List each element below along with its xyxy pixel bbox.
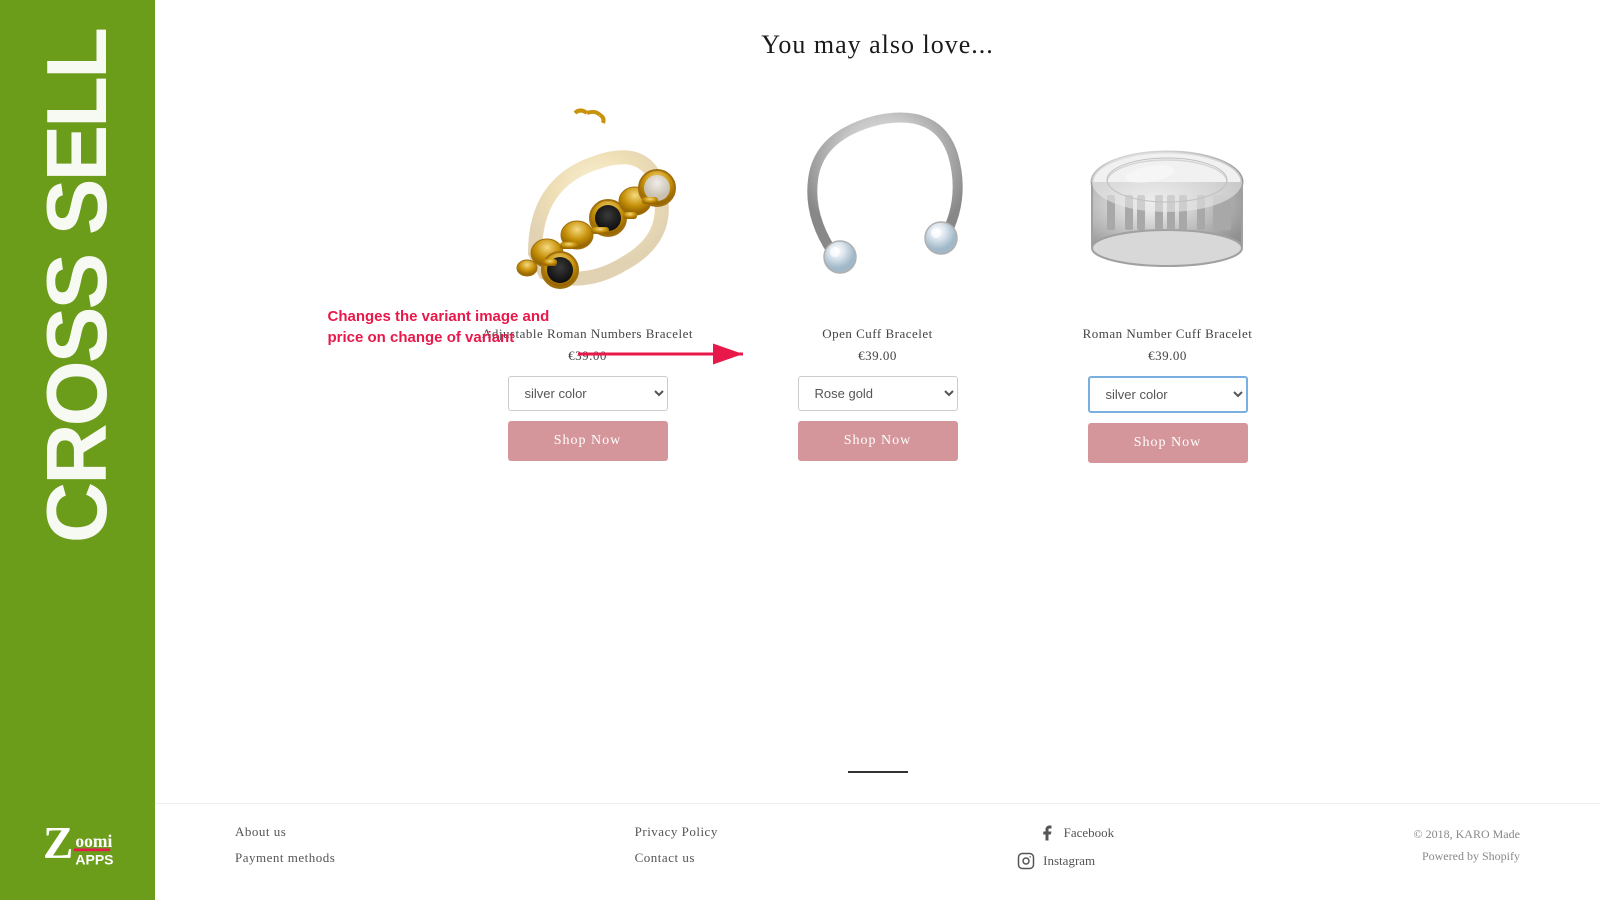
footer-copyright: © 2018, KARO Made Powered by Shopify bbox=[1414, 824, 1520, 867]
facebook-label: Facebook bbox=[1064, 825, 1115, 841]
facebook-icon:  bbox=[1017, 824, 1029, 842]
instagram-svg-icon bbox=[1017, 852, 1035, 870]
product-variant-select-1[interactable]: silver color gold color rose gold bbox=[508, 376, 668, 411]
gold-chain-bracelet-image bbox=[495, 103, 680, 298]
svg-text:Z: Z bbox=[43, 817, 73, 868]
product-variant-select-2[interactable]: Rose gold Silver Gold bbox=[798, 376, 958, 411]
copyright-text: © 2018, KARO Made bbox=[1414, 824, 1520, 846]
svg-text:APPS: APPS bbox=[75, 851, 113, 867]
shop-now-button-2[interactable]: Shop Now bbox=[798, 421, 958, 461]
product-card-1: Changes the variant image and price on c… bbox=[468, 90, 708, 461]
footer-facebook-link[interactable]:  Facebook bbox=[1017, 824, 1114, 842]
section-divider bbox=[848, 771, 908, 773]
product-name-2: Open Cuff Bracelet bbox=[822, 326, 933, 342]
product-image-1 bbox=[488, 90, 688, 310]
silver-cuff-bracelet-image bbox=[788, 100, 968, 300]
zoomt-logo-icon: Z oomi APPS bbox=[38, 810, 118, 880]
product-variant-select-3[interactable]: silver color gold color rose gold bbox=[1088, 376, 1248, 413]
annotation-arrow bbox=[568, 334, 768, 374]
product-price-2: €39.00 bbox=[858, 348, 897, 364]
facebook-svg-icon bbox=[1038, 824, 1056, 842]
footer-link-privacy[interactable]: Privacy Policy bbox=[635, 824, 718, 840]
product-card-2: Open Cuff Bracelet €39.00 Rose gold Silv… bbox=[758, 90, 998, 461]
page-section-title: You may also love... bbox=[155, 0, 1600, 80]
footer-link-contact[interactable]: Contact us bbox=[635, 850, 718, 866]
footer-link-payment[interactable]: Payment methods bbox=[235, 850, 335, 866]
product-card-3: Roman Number Cuff Bracelet €39.00 silver… bbox=[1048, 90, 1288, 463]
product-image-3 bbox=[1068, 90, 1268, 310]
svg-text:oomi: oomi bbox=[75, 831, 112, 851]
roman-cuff-bracelet-image bbox=[1075, 100, 1260, 300]
footer-col-1: About us Payment methods bbox=[235, 824, 335, 866]
products-section: Changes the variant image and price on c… bbox=[155, 80, 1600, 771]
product-name-3: Roman Number Cuff Bracelet bbox=[1083, 326, 1253, 342]
main-content: You may also love... bbox=[155, 0, 1600, 900]
shop-now-button-1[interactable]: Shop Now bbox=[508, 421, 668, 461]
shop-now-button-3[interactable]: Shop Now bbox=[1088, 423, 1248, 463]
footer-instagram-link[interactable]: Instagram bbox=[1017, 852, 1114, 870]
footer: About us Payment methods Privacy Policy … bbox=[155, 803, 1600, 900]
powered-text: Powered by Shopify bbox=[1414, 846, 1520, 868]
annotation-text: Changes the variant image and price on c… bbox=[328, 306, 558, 348]
sidebar-logo: Z oomi APPS bbox=[38, 810, 118, 880]
product-image-2 bbox=[778, 90, 978, 310]
sidebar-title: CROSS SELL bbox=[35, 30, 120, 543]
footer-link-about[interactable]: About us bbox=[235, 824, 335, 840]
product-price-3: €39.00 bbox=[1148, 348, 1187, 364]
footer-col-3:  Facebook Instagram bbox=[1017, 824, 1114, 870]
footer-col-2: Privacy Policy Contact us bbox=[635, 824, 718, 866]
instagram-label: Instagram bbox=[1043, 853, 1095, 869]
sidebar: CROSS SELL Z oomi APPS bbox=[0, 0, 155, 900]
